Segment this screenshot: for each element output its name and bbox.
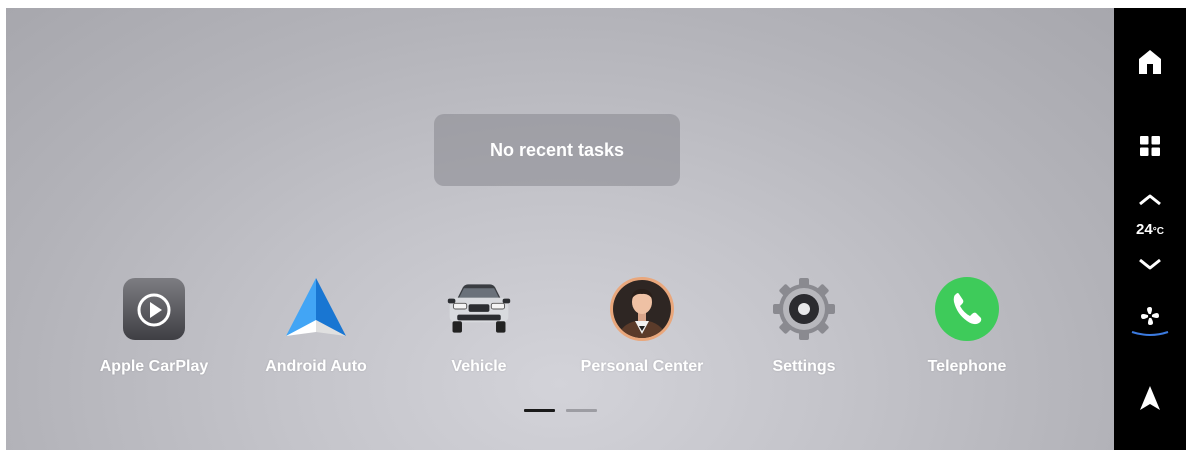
app-grid-icon (1140, 136, 1160, 156)
app-label: Android Auto (265, 358, 367, 375)
app-label: Personal Center (580, 358, 704, 375)
page-dot[interactable] (566, 409, 597, 412)
recent-tasks-panel: No recent tasks (434, 114, 680, 186)
navigation-button[interactable] (1114, 380, 1186, 416)
temperature-up-button[interactable] (1114, 188, 1186, 212)
page-indicator (524, 409, 598, 413)
home-button[interactable] (1114, 44, 1186, 80)
app-label: Telephone (927, 358, 1007, 375)
temperature-down-icon (1139, 258, 1161, 270)
navigation-icon (1140, 386, 1160, 410)
android-auto-icon (281, 274, 351, 344)
home-icon (1139, 50, 1161, 74)
temperature-up-icon (1139, 194, 1161, 206)
apple-carplay-icon (119, 274, 189, 344)
app-settings[interactable]: Settings (724, 274, 884, 384)
temperature-value: 24 (1136, 221, 1153, 238)
telephone-icon (932, 274, 1002, 344)
app-apple-carplay[interactable]: Apple CarPlay (74, 274, 234, 384)
settings-icon (769, 274, 839, 344)
temperature-readout: 24°C (1114, 221, 1186, 238)
fan-icon (1141, 307, 1159, 325)
app-telephone[interactable]: Telephone (887, 274, 1047, 384)
home-screen: No recent tasks Apple CarPlay Android Au… (6, 8, 1114, 450)
personal-center-icon (607, 274, 677, 344)
fan-button[interactable] (1114, 302, 1186, 342)
temperature-down-button[interactable] (1114, 252, 1186, 276)
temperature-unit: °C (1152, 226, 1164, 237)
app-label: Settings (772, 358, 836, 375)
infotainment-screen: No recent tasks Apple CarPlay Android Au… (6, 8, 1186, 450)
vehicle-icon (444, 274, 514, 344)
app-label: Vehicle (451, 358, 507, 375)
page-dot-active[interactable] (524, 409, 555, 412)
dock-sidebar: 24°C (1114, 8, 1186, 450)
app-grid-button[interactable] (1114, 128, 1186, 164)
app-label: Apple CarPlay (99, 358, 209, 375)
app-vehicle[interactable]: Vehicle (399, 274, 559, 384)
app-android-auto[interactable]: Android Auto (236, 274, 396, 384)
recent-tasks-message: No recent tasks (489, 139, 625, 160)
fan-active-indicator (1131, 331, 1169, 336)
app-personal-center[interactable]: Personal Center (562, 274, 722, 384)
